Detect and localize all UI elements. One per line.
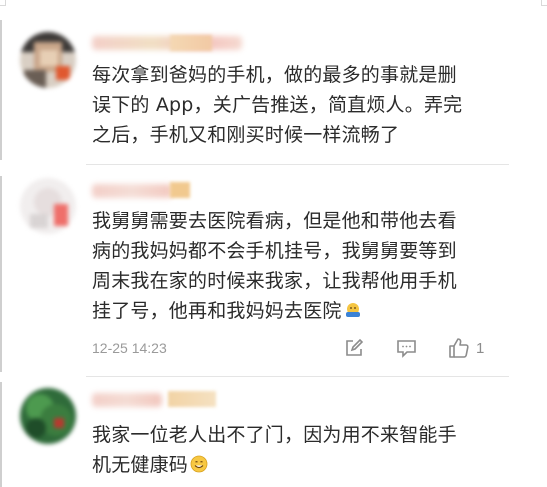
divider — [86, 376, 509, 377]
share-button[interactable] — [344, 338, 364, 358]
user-badge — [170, 182, 190, 198]
avatar[interactable] — [20, 388, 76, 444]
like-button[interactable]: 1 — [448, 337, 484, 359]
comment-line: 挂了号，他再和我妈妈去医院 — [92, 300, 342, 322]
bowing-emoji-icon — [344, 298, 362, 317]
share-edit-icon — [344, 338, 364, 358]
comment-line: 周末我在家的时候来我家，让我帮他用手机 — [92, 270, 457, 292]
username[interactable] — [92, 36, 242, 50]
divider — [86, 164, 509, 165]
comment-feed: 每次拿到爸妈的手机，做的最多的事就是删 误下的 App，关广告推送，简直烦人。弄… — [0, 0, 547, 487]
avatar[interactable] — [20, 178, 76, 234]
smiling-face-emoji-icon — [190, 452, 208, 473]
comment-meta-row: 12-25 14:23 1 — [0, 337, 547, 360]
username[interactable] — [92, 393, 162, 407]
user-badge — [170, 35, 212, 51]
comment-line: 误下的 App，关广告推送，简直烦人。弄完 — [92, 94, 463, 116]
thumbs-up-icon — [448, 337, 470, 359]
user-badge — [168, 391, 216, 407]
comment-line: 病的我妈妈都不会手机挂号，我舅舅要等到 — [92, 240, 457, 262]
avatar[interactable] — [20, 32, 76, 88]
reply-comment-icon — [396, 338, 417, 358]
like-count: 1 — [476, 339, 485, 357]
thread-edge-line — [0, 382, 2, 487]
reply-button[interactable] — [396, 338, 417, 358]
comment-line: 机无健康码 — [92, 454, 189, 476]
comment-text: 我舅舅需要去医院看病，但是他和带他去看 病的我妈妈都不会手机挂号，我舅舅要等到 … — [92, 206, 512, 326]
comment-line: 我家一位老人出不了门，因为用不来智能手 — [92, 424, 457, 446]
thread-edge-line — [0, 20, 2, 160]
username[interactable] — [92, 184, 172, 198]
comment-line: 每次拿到爸妈的手机，做的最多的事就是删 — [92, 64, 457, 86]
comment-text: 我家一位老人出不了门，因为用不来智能手 机无健康码 — [92, 420, 512, 480]
comment-line: 之后，手机又和刚买时候一样流畅了 — [92, 124, 400, 146]
crop-mark — [541, 0, 547, 6]
timestamp: 12-25 14:23 — [92, 340, 167, 356]
comment-line: 我舅舅需要去医院看病，但是他和带他去看 — [92, 210, 457, 232]
comment-text: 每次拿到爸妈的手机，做的最多的事就是删 误下的 App，关广告推送，简直烦人。弄… — [92, 60, 512, 150]
crop-mark — [0, 0, 6, 6]
